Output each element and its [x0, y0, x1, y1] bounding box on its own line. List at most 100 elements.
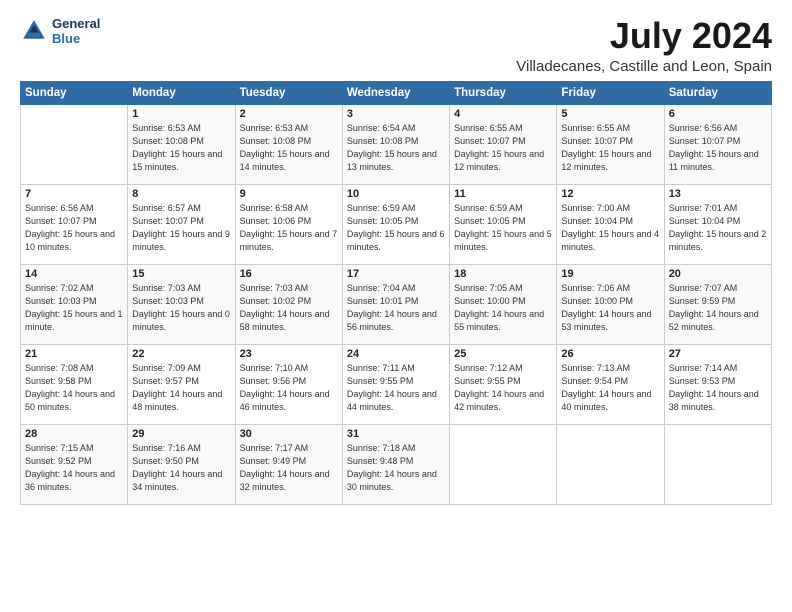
day-number: 11	[454, 188, 552, 200]
day-number: 12	[561, 188, 659, 200]
day-number: 21	[25, 348, 123, 360]
day-number: 3	[347, 108, 445, 120]
day-info: Sunrise: 7:13 AMSunset: 9:54 PMDaylight:…	[561, 362, 659, 414]
title-block: July 2024 Villadecanes, Castille and Leo…	[516, 16, 772, 75]
day-info: Sunrise: 7:14 AMSunset: 9:53 PMDaylight:…	[669, 362, 767, 414]
calendar-cell: 4 Sunrise: 6:55 AMSunset: 10:07 PMDayligh…	[450, 104, 557, 184]
calendar-cell: 20Sunrise: 7:07 AMSunset: 9:59 PMDayligh…	[664, 264, 771, 344]
day-info: Sunrise: 7:04 AMSunset: 10:01 PMDaylight…	[347, 282, 445, 334]
day-info: Sunrise: 7:11 AMSunset: 9:55 PMDaylight:…	[347, 362, 445, 414]
day-number: 9	[240, 188, 338, 200]
day-info: Sunrise: 6:55 AMSunset: 10:07 PMDaylight…	[454, 122, 552, 174]
calendar-cell	[450, 424, 557, 504]
day-info: Sunrise: 7:18 AMSunset: 9:48 PMDaylight:…	[347, 442, 445, 494]
day-number: 14	[25, 268, 123, 280]
column-header-friday: Friday	[557, 81, 664, 104]
calendar-cell: 6Sunrise: 6:56 AMSunset: 10:07 PMDayligh…	[664, 104, 771, 184]
day-info: Sunrise: 6:58 AMSunset: 10:06 PMDaylight…	[240, 202, 338, 254]
day-info: Sunrise: 7:09 AMSunset: 9:57 PMDaylight:…	[132, 362, 230, 414]
month-title: July 2024	[516, 16, 772, 56]
day-info: Sunrise: 7:15 AMSunset: 9:52 PMDaylight:…	[25, 442, 123, 494]
day-number: 23	[240, 348, 338, 360]
calendar-cell: 28 Sunrise: 7:15 AMSunset: 9:52 PMDayligh…	[21, 424, 128, 504]
column-header-thursday: Thursday	[450, 81, 557, 104]
calendar-cell: 31 Sunrise: 7:18 AMSunset: 9:48 PMDayligh…	[342, 424, 449, 504]
day-number: 25	[454, 348, 552, 360]
day-number: 28	[25, 428, 123, 440]
day-number: 26	[561, 348, 659, 360]
calendar-cell: 17 Sunrise: 7:04 AMSunset: 10:01 PMDaylig…	[342, 264, 449, 344]
day-info: Sunrise: 7:02 AMSunset: 10:03 PMDaylight…	[25, 282, 123, 334]
day-info: Sunrise: 7:16 AMSunset: 9:50 PMDaylight:…	[132, 442, 230, 494]
calendar-cell: 23 Sunrise: 7:10 AMSunset: 9:56 PMDayligh…	[235, 344, 342, 424]
day-number: 27	[669, 348, 767, 360]
day-info: Sunrise: 6:57 AMSunset: 10:07 PMDaylight…	[132, 202, 230, 254]
location-title: Villadecanes, Castille and Leon, Spain	[516, 58, 772, 75]
calendar-cell: 16Sunrise: 7:03 AMSunset: 10:02 PMDaylig…	[235, 264, 342, 344]
calendar-cell: 10Sunrise: 6:59 AMSunset: 10:05 PMDaylig…	[342, 184, 449, 264]
calendar-cell: 13 Sunrise: 7:01 AMSunset: 10:04 PMDaylig…	[664, 184, 771, 264]
day-number: 13	[669, 188, 767, 200]
day-number: 17	[347, 268, 445, 280]
calendar-cell: 25 Sunrise: 7:12 AMSunset: 9:55 PMDayligh…	[450, 344, 557, 424]
day-number: 24	[347, 348, 445, 360]
day-number: 1	[132, 108, 230, 120]
calendar-cell: 5 Sunrise: 6:55 AMSunset: 10:07 PMDayligh…	[557, 104, 664, 184]
column-header-sunday: Sunday	[21, 81, 128, 104]
day-info: Sunrise: 7:03 AMSunset: 10:02 PMDaylight…	[240, 282, 338, 334]
day-info: Sunrise: 7:12 AMSunset: 9:55 PMDaylight:…	[454, 362, 552, 414]
calendar-page: General Blue July 2024 Villadecanes, Cas…	[0, 0, 792, 612]
day-info: Sunrise: 7:05 AMSunset: 10:00 PMDaylight…	[454, 282, 552, 334]
calendar-cell: 9 Sunrise: 6:58 AMSunset: 10:06 PMDayligh…	[235, 184, 342, 264]
day-info: Sunrise: 7:03 AMSunset: 10:03 PMDaylight…	[132, 282, 230, 334]
day-number: 7	[25, 188, 123, 200]
calendar-cell	[664, 424, 771, 504]
header: General Blue July 2024 Villadecanes, Cas…	[20, 16, 772, 75]
column-header-saturday: Saturday	[664, 81, 771, 104]
logo-icon	[20, 17, 48, 45]
day-info: Sunrise: 6:59 AMSunset: 10:05 PMDaylight…	[454, 202, 552, 254]
calendar-cell: 1 Sunrise: 6:53 AMSunset: 10:08 PMDayligh…	[128, 104, 235, 184]
day-info: Sunrise: 7:10 AMSunset: 9:56 PMDaylight:…	[240, 362, 338, 414]
day-number: 8	[132, 188, 230, 200]
day-number: 19	[561, 268, 659, 280]
day-number: 4	[454, 108, 552, 120]
day-number: 15	[132, 268, 230, 280]
logo: General Blue	[20, 16, 100, 46]
calendar-cell: 8 Sunrise: 6:57 AMSunset: 10:07 PMDayligh…	[128, 184, 235, 264]
calendar-cell: 19 Sunrise: 7:06 AMSunset: 10:00 PMDaylig…	[557, 264, 664, 344]
day-number: 31	[347, 428, 445, 440]
day-number: 20	[669, 268, 767, 280]
day-info: Sunrise: 6:55 AMSunset: 10:07 PMDaylight…	[561, 122, 659, 174]
day-info: Sunrise: 7:08 AMSunset: 9:58 PMDaylight:…	[25, 362, 123, 414]
calendar-cell: 3 Sunrise: 6:54 AMSunset: 10:08 PMDayligh…	[342, 104, 449, 184]
calendar-cell	[557, 424, 664, 504]
day-number: 2	[240, 108, 338, 120]
calendar-cell: 2Sunrise: 6:53 AMSunset: 10:08 PMDayligh…	[235, 104, 342, 184]
day-number: 29	[132, 428, 230, 440]
day-number: 6	[669, 108, 767, 120]
day-info: Sunrise: 6:54 AMSunset: 10:08 PMDaylight…	[347, 122, 445, 174]
calendar-cell: 22 Sunrise: 7:09 AMSunset: 9:57 PMDayligh…	[128, 344, 235, 424]
day-number: 22	[132, 348, 230, 360]
column-header-wednesday: Wednesday	[342, 81, 449, 104]
day-info: Sunrise: 6:56 AMSunset: 10:07 PMDaylight…	[25, 202, 123, 254]
day-info: Sunrise: 6:53 AMSunset: 10:08 PMDaylight…	[132, 122, 230, 174]
calendar-cell: 30 Sunrise: 7:17 AMSunset: 9:49 PMDayligh…	[235, 424, 342, 504]
calendar-cell: 21 Sunrise: 7:08 AMSunset: 9:58 PMDayligh…	[21, 344, 128, 424]
calendar-table: SundayMondayTuesdayWednesdayThursdayFrid…	[20, 81, 772, 505]
day-info: Sunrise: 7:01 AMSunset: 10:04 PMDaylight…	[669, 202, 767, 254]
calendar-cell: 14 Sunrise: 7:02 AMSunset: 10:03 PMDaylig…	[21, 264, 128, 344]
day-info: Sunrise: 7:06 AMSunset: 10:00 PMDaylight…	[561, 282, 659, 334]
column-header-tuesday: Tuesday	[235, 81, 342, 104]
day-number: 18	[454, 268, 552, 280]
day-number: 5	[561, 108, 659, 120]
calendar-cell: 26 Sunrise: 7:13 AMSunset: 9:54 PMDayligh…	[557, 344, 664, 424]
day-info: Sunrise: 7:17 AMSunset: 9:49 PMDaylight:…	[240, 442, 338, 494]
logo-text: General Blue	[52, 16, 100, 46]
day-info: Sunrise: 7:00 AMSunset: 10:04 PMDaylight…	[561, 202, 659, 254]
day-info: Sunrise: 6:59 AMSunset: 10:05 PMDaylight…	[347, 202, 445, 254]
day-number: 30	[240, 428, 338, 440]
calendar-cell: 11 Sunrise: 6:59 AMSunset: 10:05 PMDaylig…	[450, 184, 557, 264]
calendar-cell: 15 Sunrise: 7:03 AMSunset: 10:03 PMDaylig…	[128, 264, 235, 344]
